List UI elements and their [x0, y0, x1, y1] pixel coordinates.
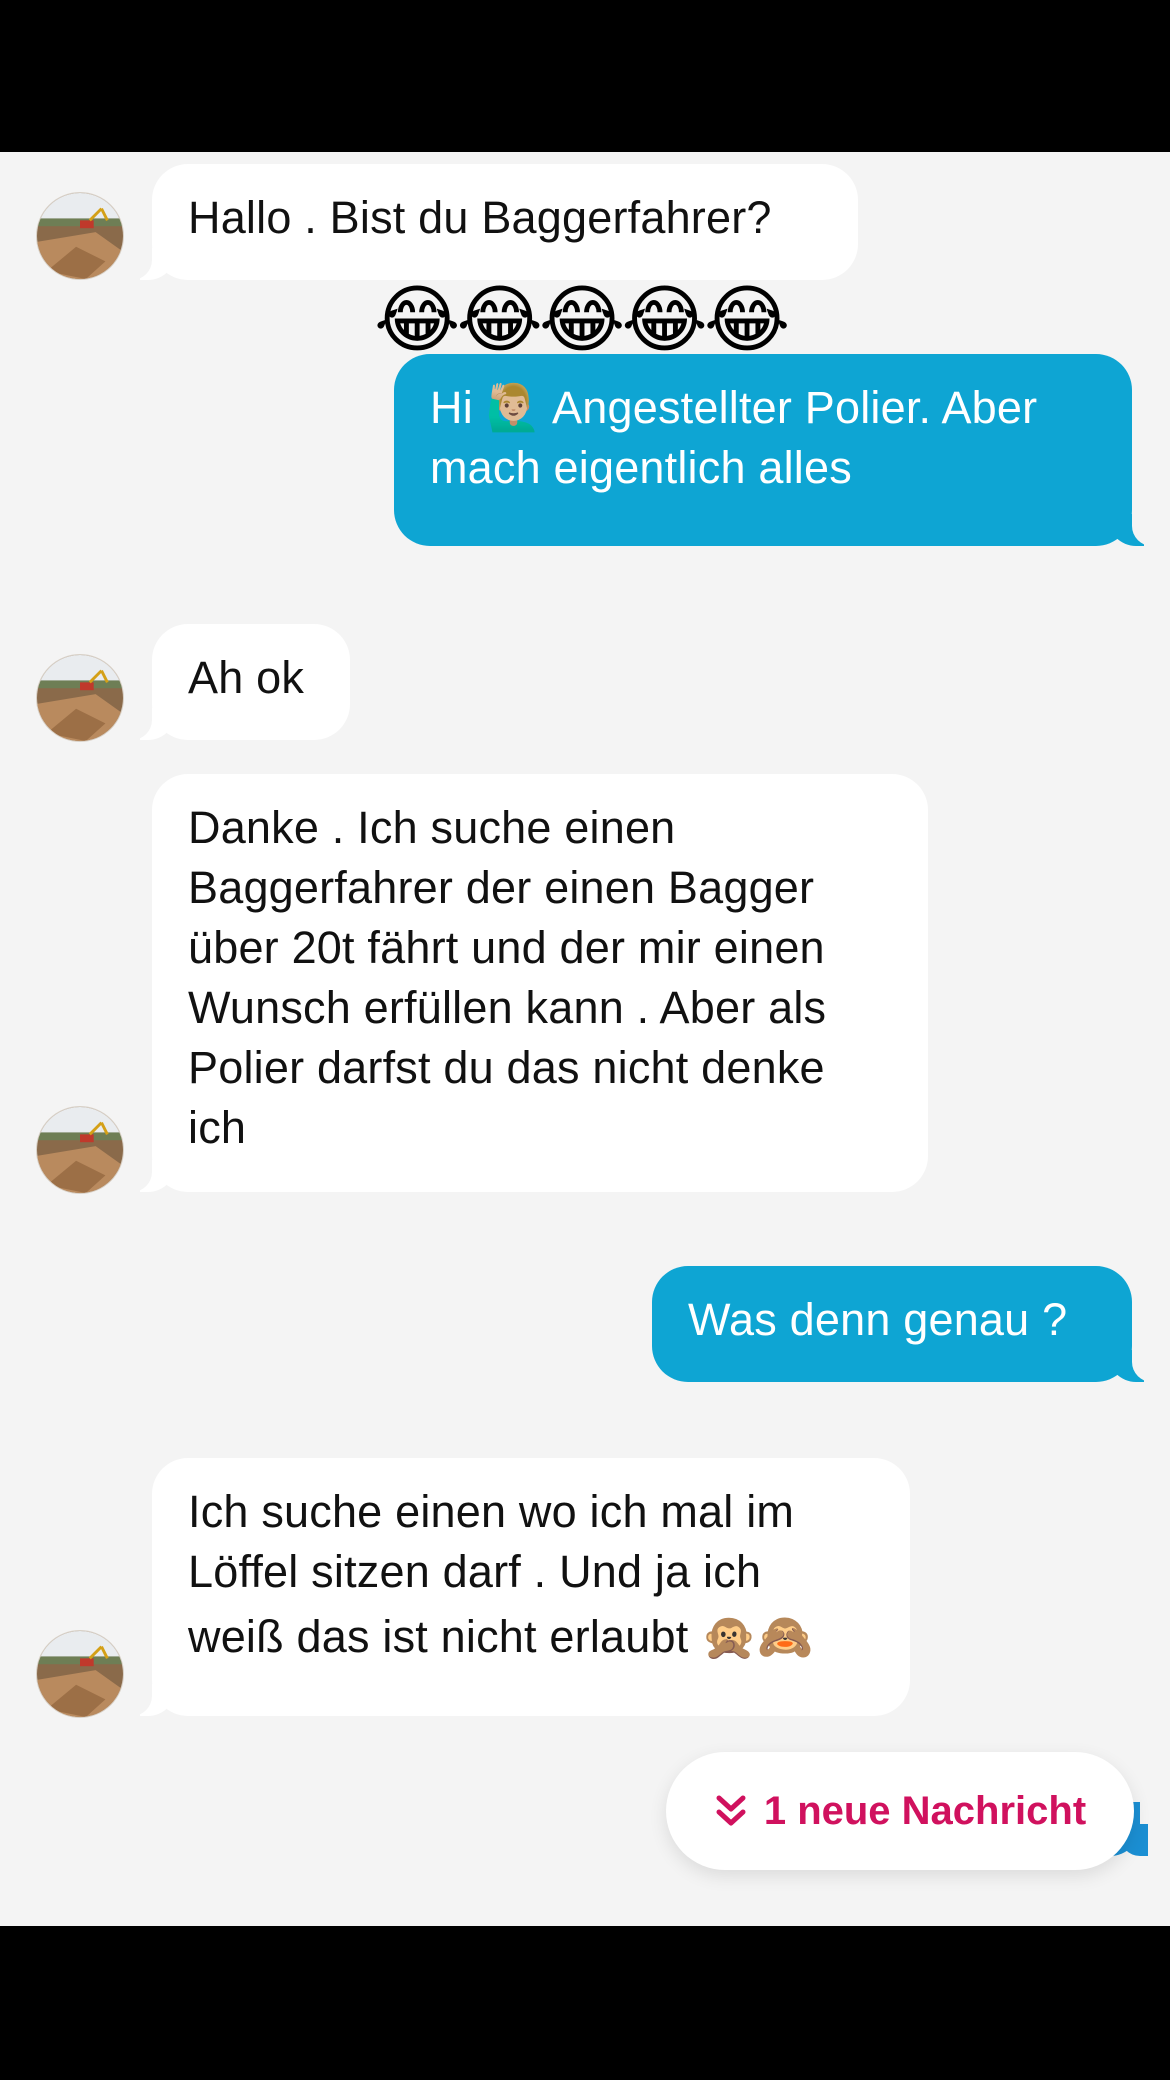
message-bubble-outgoing[interactable]: Was denn genau ? — [652, 1266, 1160, 1382]
excavator-photo-icon — [37, 1107, 123, 1193]
message-text: Was denn genau ? — [688, 1294, 1068, 1345]
status-bar — [0, 0, 1170, 152]
chat-thread[interactable]: Hallo . Bist du Baggerfahrer? 😂😂😂😂😂 Hi 🙋… — [0, 152, 1170, 1926]
message-text-line: Danke . Ich suche einen — [188, 802, 676, 853]
message-bubble-incoming[interactable]: Ich suche einen wo ich mal im Löffel sit… — [124, 1458, 910, 1716]
message-text: Ah ok — [188, 652, 305, 703]
message-text-line: weiß das ist nicht erlaubt 🙊🙈 — [188, 1611, 814, 1662]
bottom-bar — [0, 1926, 1170, 2080]
message-text-line: Polier darfst du das nicht denke — [188, 1042, 825, 1093]
message-text: Hallo . Bist du Baggerfahrer? — [188, 192, 772, 243]
message-text-line: Hi 🙋🏼‍♂️ Angestellter Polier. Aber — [430, 382, 1038, 433]
message-text-line: über 20t fährt und der mir einen — [188, 922, 825, 973]
new-message-label: 1 neue Nachricht — [763, 1788, 1087, 1833]
message-text-line: Wunsch erfüllen kann . Aber als — [188, 982, 827, 1033]
contact-avatar[interactable] — [36, 654, 124, 742]
message-text-line: Baggerfahrer der einen Bagger — [188, 862, 815, 913]
double-chevron-down-icon — [716, 1795, 746, 1826]
message-bubble-outgoing[interactable]: Hi 🙋🏼‍♂️ Angestellter Polier. Aber mach … — [394, 354, 1160, 546]
contact-avatar[interactable] — [36, 1630, 124, 1718]
excavator-photo-icon — [37, 1631, 123, 1717]
excavator-photo-icon — [37, 655, 123, 741]
message-text-line: ich — [188, 1102, 247, 1153]
contact-avatar[interactable] — [36, 192, 124, 280]
new-message-button[interactable]: 1 neue Nachricht — [666, 1752, 1134, 1870]
excavator-photo-icon — [37, 193, 123, 279]
message-reaction[interactable]: 😂😂😂😂😂 — [374, 280, 790, 360]
message-bubble-incoming[interactable]: Hallo . Bist du Baggerfahrer? — [124, 164, 858, 280]
message-text-line: mach eigentlich alles — [430, 442, 852, 493]
contact-avatar[interactable] — [36, 1106, 124, 1194]
message-text-line: Ich suche einen wo ich mal im — [188, 1486, 795, 1537]
message-text-line: Löffel sitzen darf . Und ja ich — [188, 1546, 762, 1597]
message-bubble-incoming[interactable]: Ah ok — [124, 624, 350, 740]
message-bubble-incoming[interactable]: Danke . Ich suche einen Baggerfahrer der… — [124, 774, 928, 1192]
